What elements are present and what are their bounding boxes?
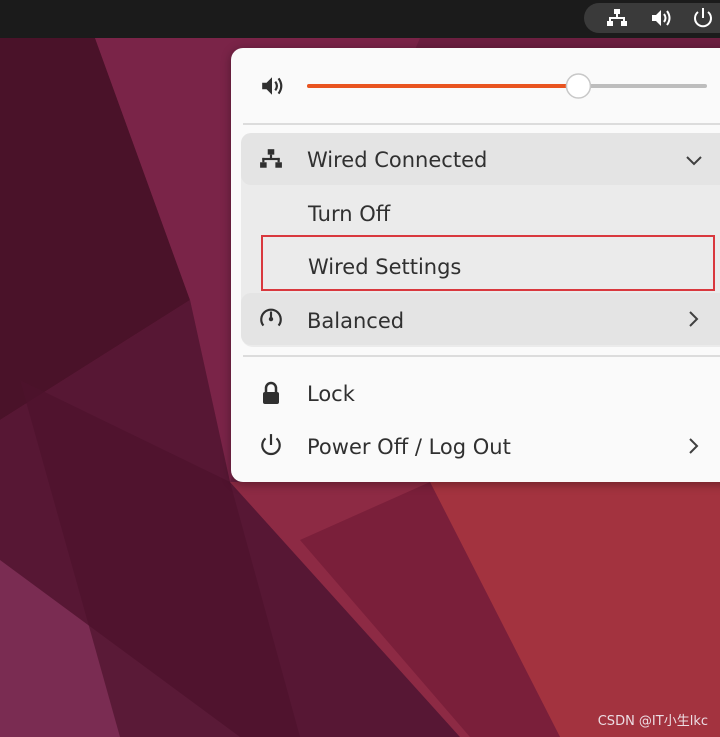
chevron-down-icon [686, 156, 702, 166]
system-menu: Wired Connected Turn Off Wired Settings … [231, 48, 720, 482]
system-tray[interactable] [584, 3, 720, 33]
volume-icon [262, 77, 283, 95]
separator [243, 123, 720, 125]
power-icon [694, 8, 712, 28]
network-wired-icon [260, 149, 282, 168]
volume-slider-handle[interactable] [565, 73, 592, 99]
separator [243, 355, 720, 357]
highlight-annotation [261, 235, 715, 291]
power-off-label: Power Off / Log Out [307, 435, 511, 459]
power-mode-label: Balanced [307, 309, 405, 333]
power-icon [261, 434, 281, 456]
network-label: Wired Connected [307, 148, 488, 172]
top-bar [0, 0, 720, 38]
chevron-right-icon [689, 311, 699, 327]
network-wired-icon [607, 9, 627, 26]
chevron-right-icon [689, 438, 699, 454]
watermark: CSDN @IT小生lkc [597, 714, 708, 729]
lock-label: Lock [307, 382, 355, 406]
turn-off-label: Turn Off [308, 202, 391, 226]
volume-fill [307, 84, 579, 88]
lock-icon [263, 381, 279, 404]
gauge-icon [260, 308, 282, 327]
volume-icon [652, 10, 671, 26]
volume-slider[interactable] [307, 72, 707, 100]
